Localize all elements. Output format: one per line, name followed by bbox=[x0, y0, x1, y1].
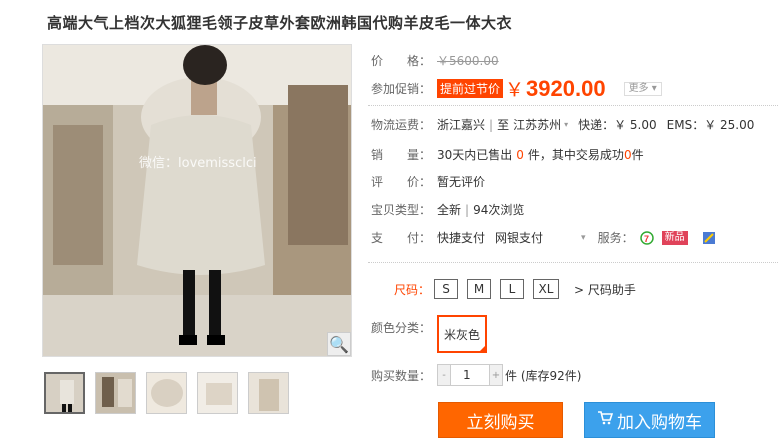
more-promos-button[interactable]: 更多 ▾ bbox=[623, 81, 662, 96]
price-row: 价 格： ￥5600.00 bbox=[371, 52, 499, 69]
ems-fee: EMS：￥ 25.00 bbox=[666, 118, 755, 132]
currency-symbol: ￥ bbox=[505, 79, 525, 101]
thumbnail-2[interactable] bbox=[95, 372, 136, 414]
price-label: 价 格： bbox=[371, 54, 432, 68]
buy-now-button[interactable]: 立刻购买 bbox=[438, 402, 563, 438]
add-to-cart-button[interactable]: 加入购物车 bbox=[584, 402, 715, 438]
seven-day-return-icon[interactable]: 7 bbox=[639, 230, 654, 245]
quantity-stepper: - 1 + bbox=[437, 364, 503, 386]
payment-method-quick: 快捷支付 bbox=[437, 231, 486, 245]
thumbnail-1[interactable] bbox=[44, 372, 85, 414]
color-option-label: 米灰色 bbox=[443, 327, 480, 342]
color-label: 颜色分类： bbox=[371, 321, 432, 335]
type-value: 全新 bbox=[437, 203, 462, 217]
new-item-badge[interactable]: 新品 bbox=[661, 230, 688, 245]
quantity-minus-button[interactable]: - bbox=[438, 365, 450, 385]
quantity-input[interactable]: 1 bbox=[450, 365, 490, 385]
size-option-xl[interactable]: XL bbox=[533, 279, 559, 299]
promo-label: 参加促销： bbox=[371, 82, 432, 96]
sales-row: 销 量： 30天内已售出 0 件，其中交易成功 0 件 bbox=[371, 146, 644, 163]
ship-to-label: 至 bbox=[497, 118, 510, 132]
payment-dropdown-icon[interactable]: ▾ bbox=[581, 233, 586, 243]
thumbnail-photo-3 bbox=[147, 373, 186, 413]
product-title: 高端大气上档次大狐狸毛领子皮草外套欧洲韩国代购羊皮毛一体大衣 bbox=[47, 14, 513, 32]
zoom-icon[interactable]: 🔍 bbox=[327, 332, 351, 356]
sales-pre: 30天内已售出 bbox=[437, 148, 513, 162]
payment-row: 支 付： 快捷支付 网银支付 ▾ 服务： 7 新品 bbox=[371, 229, 716, 246]
sales-post: 件 bbox=[631, 148, 644, 162]
sales-success: 0 bbox=[623, 147, 632, 162]
add-to-cart-label: 加入购物车 bbox=[617, 412, 702, 433]
selected-check-icon bbox=[478, 344, 487, 353]
cart-icon bbox=[597, 410, 614, 430]
svg-text:7: 7 bbox=[644, 234, 649, 244]
thumbnail-photo-1 bbox=[46, 374, 83, 412]
ship-to-select[interactable]: 江苏苏州 bbox=[513, 116, 561, 133]
thumbnail-photo-5 bbox=[249, 373, 288, 413]
payment-method-bank: 网银支付 bbox=[495, 231, 544, 245]
thumbnail-3[interactable] bbox=[146, 372, 187, 414]
review-label: 评 价： bbox=[371, 175, 432, 189]
quantity-row: 购买数量： - 1 + 件 (库存92件) bbox=[371, 364, 581, 386]
size-label: 尺码： bbox=[393, 282, 430, 297]
thumbnail-photo-4 bbox=[198, 373, 237, 413]
payment-label: 支 付： bbox=[371, 231, 432, 245]
sales-mid: 件，其中交易成功 bbox=[527, 148, 624, 162]
promo-price: 3920.00 bbox=[526, 75, 606, 101]
sales-count: 0 bbox=[516, 147, 524, 162]
view-count: 94次浏览 bbox=[473, 203, 525, 217]
color-row: 颜色分类： 米灰色 bbox=[371, 315, 487, 353]
stock-info: 件 (库存92件) bbox=[505, 368, 582, 383]
type-separator: | bbox=[465, 202, 470, 217]
color-option-selected[interactable]: 米灰色 bbox=[437, 315, 487, 353]
size-helper-link[interactable]: > 尺码助手 bbox=[574, 281, 636, 298]
quantity-label: 购买数量： bbox=[371, 368, 432, 383]
type-label: 宝贝类型： bbox=[371, 203, 432, 217]
ship-separator: | bbox=[489, 117, 494, 132]
express-fee: 快递：￥ 5.00 bbox=[578, 118, 657, 132]
quantity-plus-button[interactable]: + bbox=[490, 365, 502, 385]
type-row: 宝贝类型： 全新 | 94次浏览 bbox=[371, 201, 524, 218]
image-watermark: 微信：lovemissclci bbox=[139, 156, 257, 171]
chevron-down-icon[interactable]: ▾ bbox=[564, 120, 568, 129]
size-option-m[interactable]: M bbox=[467, 279, 491, 299]
size-option-l[interactable]: L bbox=[500, 279, 524, 299]
review-row: 评 价： 暂无评价 bbox=[371, 173, 485, 190]
original-price: ￥5600.00 bbox=[437, 54, 499, 68]
shipping-row: 物流运费： 浙江嘉兴 | 至 江苏苏州 ▾ 快递：￥ 5.00 EMS：￥ 25… bbox=[371, 116, 754, 133]
guarantee-icon[interactable] bbox=[702, 231, 716, 245]
buy-now-label: 立刻购买 bbox=[466, 412, 535, 433]
size-row: 尺码： S M L XL > 尺码助手 bbox=[371, 279, 636, 299]
thumbnail-4[interactable] bbox=[197, 372, 238, 414]
sales-label: 销 量： bbox=[371, 148, 432, 162]
promo-badge: 提前过节价 bbox=[437, 79, 504, 98]
product-photo bbox=[43, 45, 351, 356]
divider-2 bbox=[368, 262, 778, 263]
promo-row: 参加促销： 提前过节价 ￥ 3920.00 更多 ▾ bbox=[371, 75, 662, 102]
thumbnail-strip bbox=[44, 372, 289, 414]
thumbnail-photo-2 bbox=[96, 373, 135, 413]
review-value: 暂无评价 bbox=[437, 175, 486, 189]
shipping-label: 物流运费： bbox=[371, 118, 432, 132]
size-option-s[interactable]: S bbox=[434, 279, 458, 299]
thumbnail-5[interactable] bbox=[248, 372, 289, 414]
service-label: 服务： bbox=[597, 231, 634, 245]
divider bbox=[368, 105, 778, 106]
main-product-image[interactable]: 微信：lovemissclci 🔍 bbox=[42, 44, 352, 357]
ship-from: 浙江嘉兴 bbox=[437, 118, 486, 132]
